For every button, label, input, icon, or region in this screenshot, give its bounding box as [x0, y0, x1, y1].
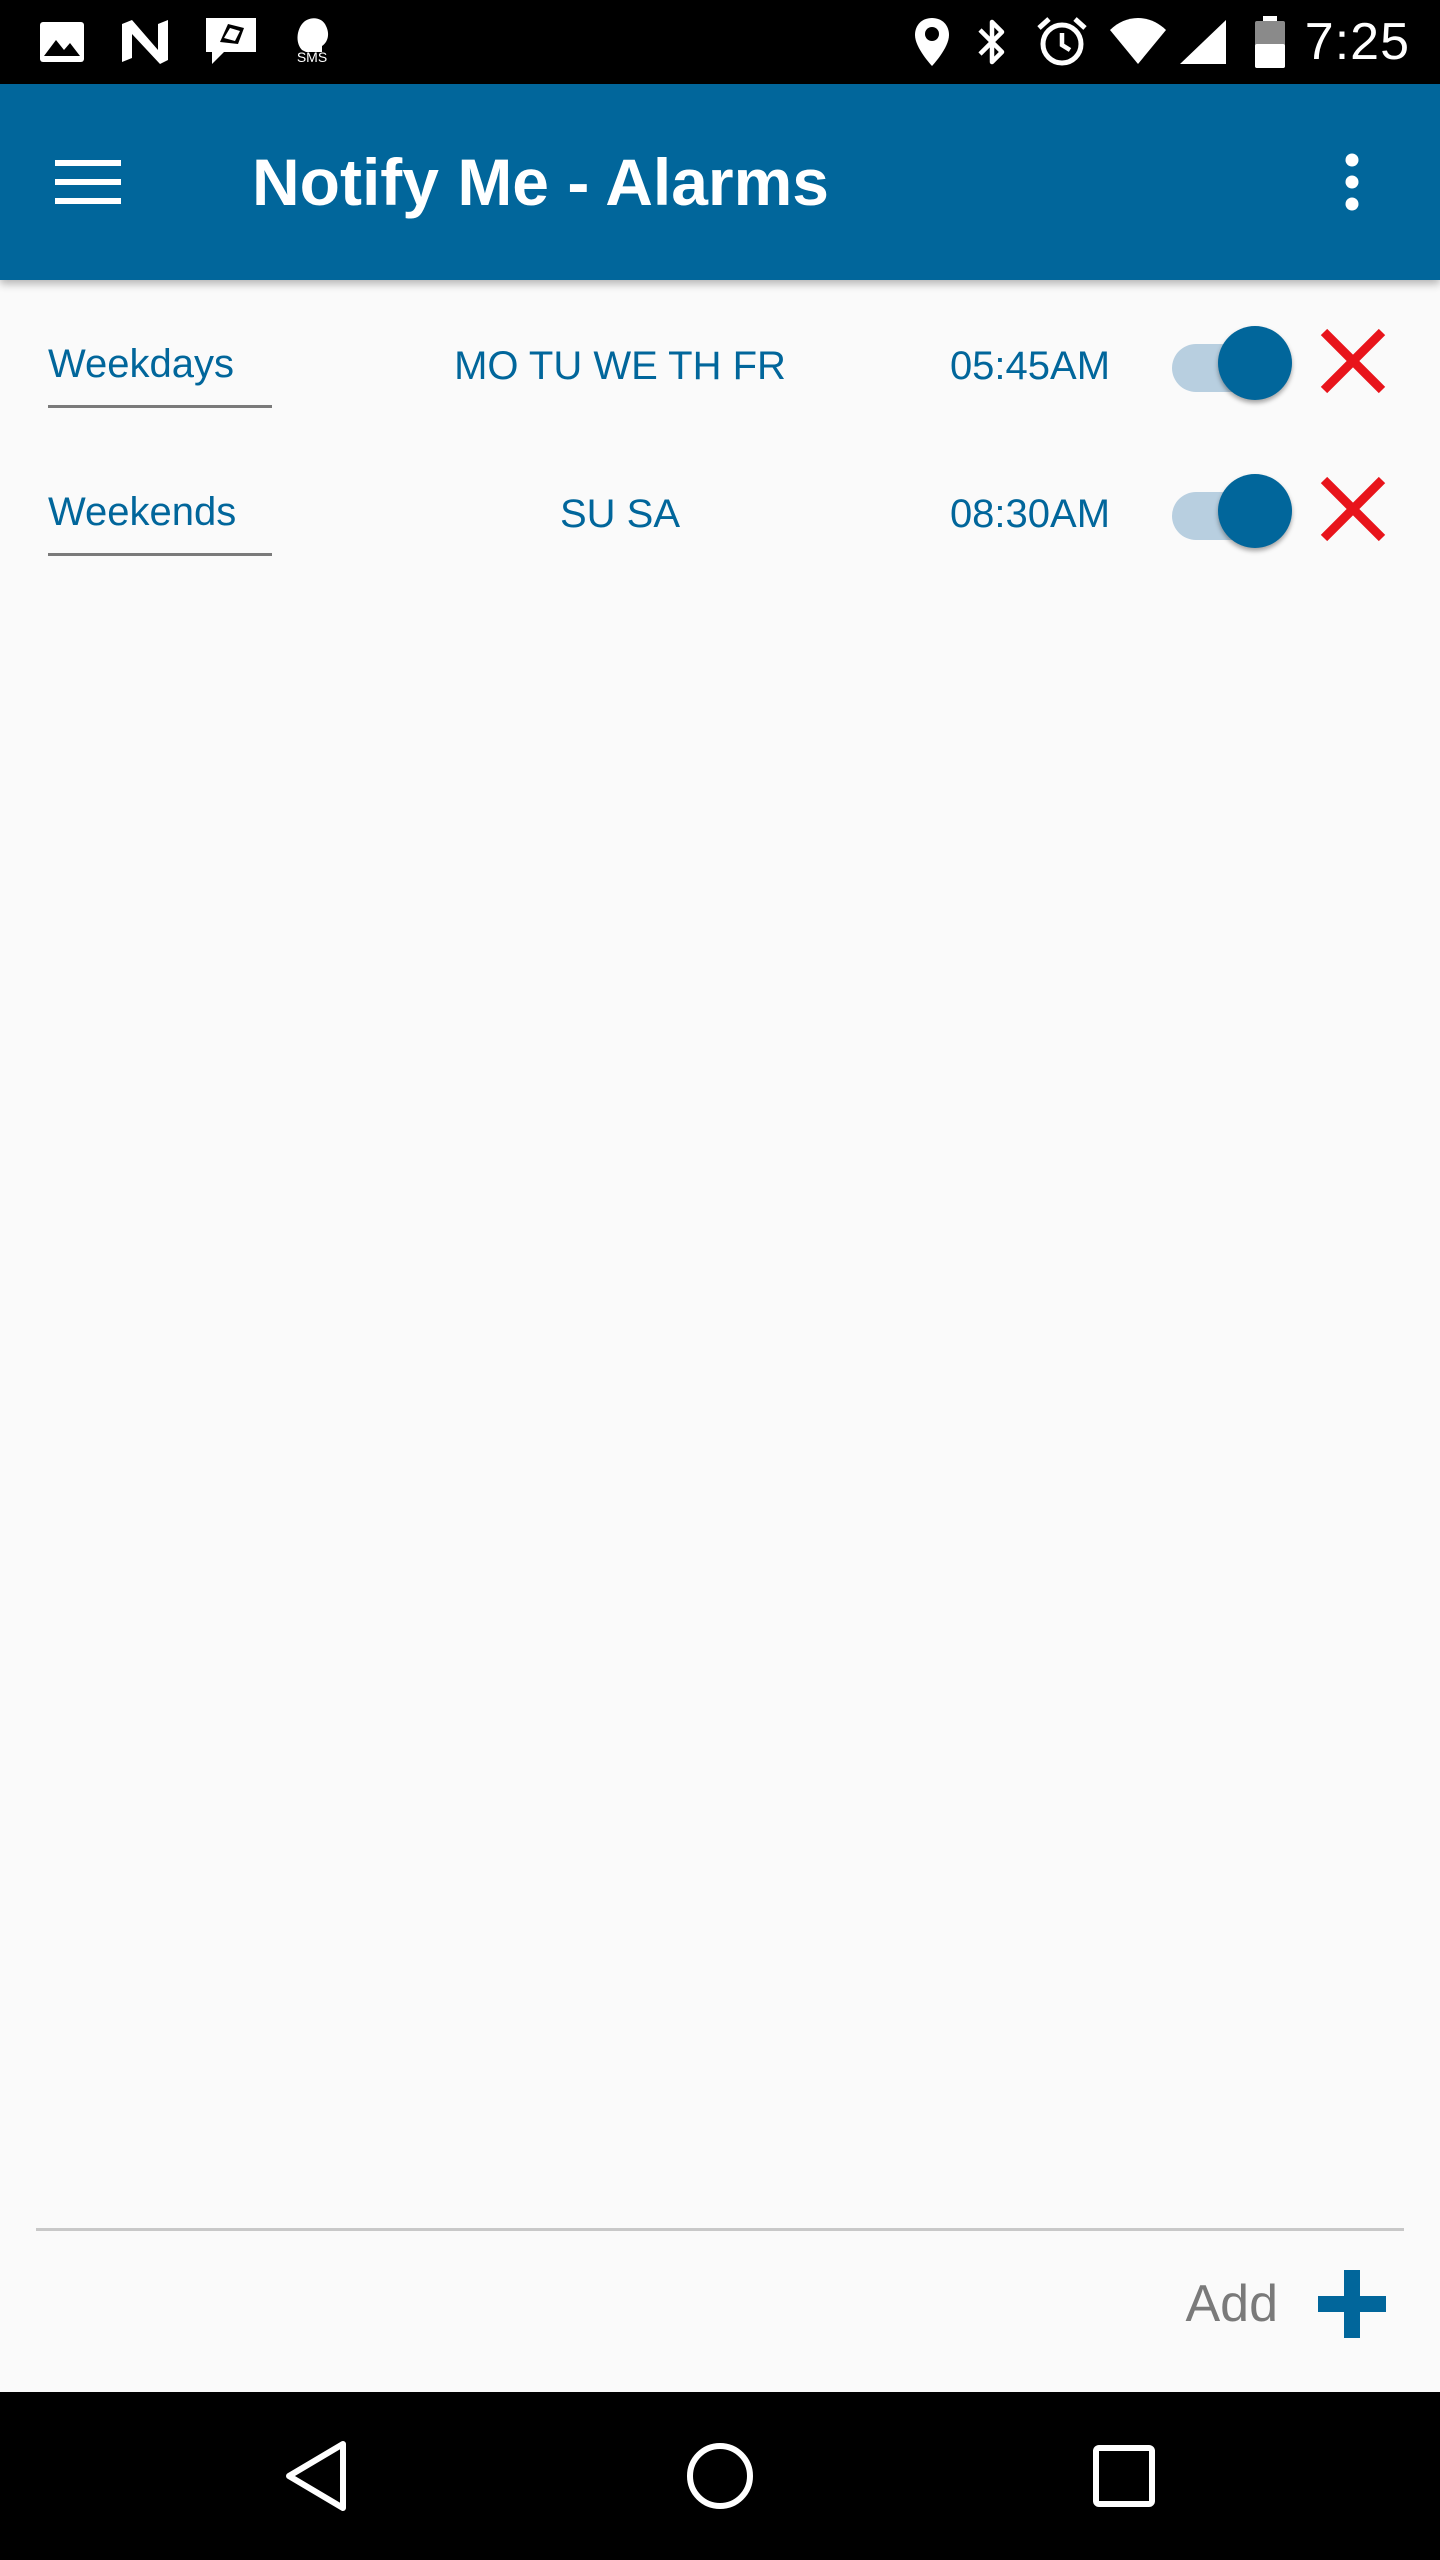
home-button[interactable] — [670, 2426, 770, 2526]
add-alarm-button[interactable]: Add — [1185, 2262, 1388, 2346]
alarm-row: Weekends SU SA 08:30AM — [0, 428, 1440, 576]
alarm-list: Weekdays MO TU WE TH FR 05:45AM Weekends… — [0, 280, 1440, 576]
alarm-name-field[interactable]: Weekdays — [48, 334, 272, 408]
bluetooth-icon — [972, 14, 1012, 70]
delete-alarm-button[interactable] — [1310, 466, 1396, 552]
back-button[interactable] — [266, 2426, 366, 2526]
home-icon — [687, 2443, 753, 2509]
back-icon — [286, 2441, 346, 2511]
alarm-name-field[interactable]: Weekends — [48, 482, 272, 556]
more-vert-icon — [1345, 153, 1359, 211]
battery-icon — [1252, 14, 1288, 70]
plus-icon — [1316, 2268, 1388, 2340]
delete-x-icon — [1320, 476, 1386, 542]
signal-icon — [1176, 14, 1230, 70]
n-app-icon — [118, 14, 174, 70]
menu-button[interactable] — [40, 134, 136, 230]
alarm-days[interactable]: SU SA — [370, 482, 870, 546]
recents-icon — [1093, 2445, 1155, 2507]
alarm-time[interactable]: 08:30AM — [930, 482, 1130, 546]
screen: SMS 7:25 Notify Me - Alarms Weekdays MO … — [0, 0, 1440, 2560]
add-label: Add — [1185, 2275, 1278, 2333]
delete-alarm-button[interactable] — [1310, 318, 1396, 404]
recents-button[interactable] — [1074, 2426, 1174, 2526]
sms-app-icon: SMS — [288, 14, 336, 70]
alarm-clock-icon — [1034, 14, 1090, 70]
toggle-knob — [1218, 474, 1292, 548]
alarm-enabled-toggle[interactable] — [1168, 322, 1292, 402]
status-time: 7:25 — [1304, 13, 1410, 71]
sms-badge-label: SMS — [296, 49, 328, 65]
hamburger-menu-icon — [55, 160, 121, 204]
status-bar: SMS 7:25 — [0, 0, 1440, 84]
gallery-icon — [36, 14, 88, 70]
app-title: Notify Me - Alarms — [252, 145, 829, 219]
delete-x-icon — [1320, 328, 1386, 394]
message-icon — [202, 14, 260, 70]
app-bar: Notify Me - Alarms — [0, 84, 1440, 280]
location-icon — [910, 14, 954, 70]
toggle-knob — [1218, 326, 1292, 400]
navigation-bar — [0, 2392, 1440, 2560]
overflow-menu-button[interactable] — [1304, 134, 1400, 230]
footer-divider — [36, 2228, 1404, 2231]
alarm-time[interactable]: 05:45AM — [930, 334, 1130, 398]
alarm-row: Weekdays MO TU WE TH FR 05:45AM — [0, 280, 1440, 428]
alarm-days[interactable]: MO TU WE TH FR — [370, 334, 870, 398]
wifi-icon — [1108, 14, 1168, 70]
alarm-enabled-toggle[interactable] — [1168, 470, 1292, 550]
